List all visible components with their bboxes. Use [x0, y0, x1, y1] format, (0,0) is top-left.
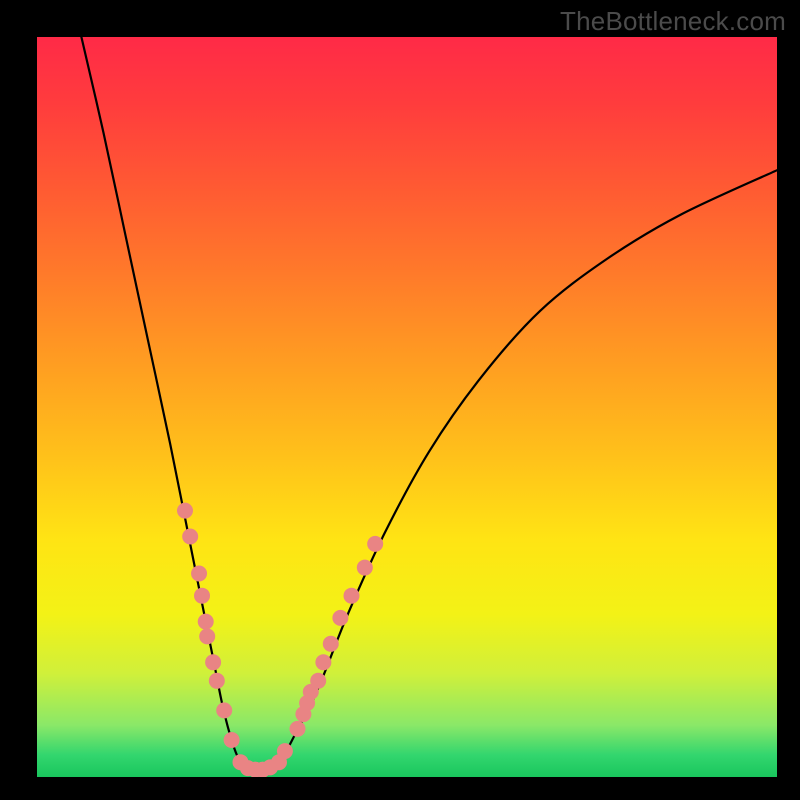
data-marker	[367, 536, 383, 552]
chart-stage: TheBottleneck.com	[0, 0, 800, 800]
data-marker	[182, 529, 198, 545]
data-markers	[177, 503, 383, 777]
bottleneck-curve	[81, 37, 777, 770]
data-marker	[224, 732, 240, 748]
data-marker	[199, 628, 215, 644]
data-marker	[205, 654, 221, 670]
chart-overlay	[37, 37, 777, 777]
data-marker	[310, 673, 326, 689]
data-marker	[198, 614, 214, 630]
data-marker	[209, 673, 225, 689]
plot-area	[37, 37, 777, 777]
data-marker	[289, 721, 305, 737]
data-marker	[191, 566, 207, 582]
data-marker	[323, 636, 339, 652]
data-marker	[216, 702, 232, 718]
data-marker	[344, 588, 360, 604]
watermark-text: TheBottleneck.com	[560, 6, 786, 37]
data-marker	[315, 654, 331, 670]
data-marker	[277, 743, 293, 759]
data-marker	[332, 610, 348, 626]
data-marker	[194, 588, 210, 604]
data-marker	[357, 560, 373, 576]
data-marker	[177, 503, 193, 519]
